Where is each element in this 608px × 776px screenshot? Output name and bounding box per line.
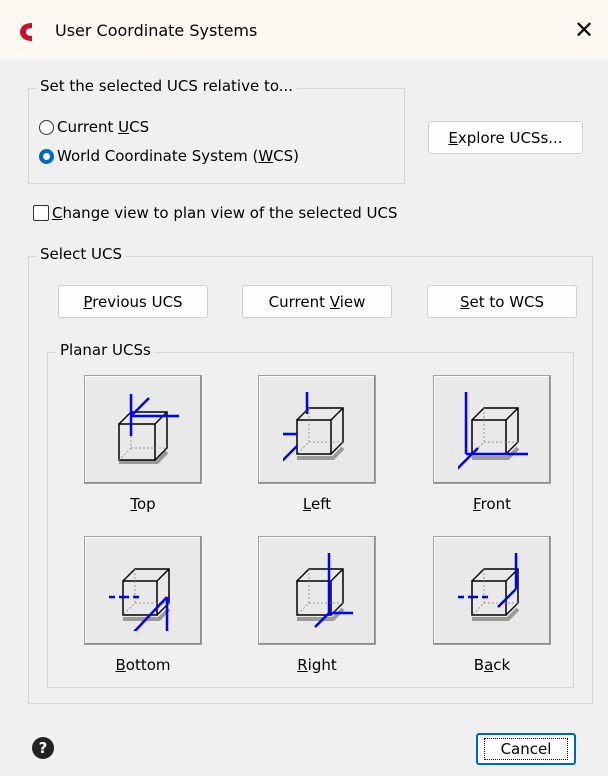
explore-ucss-button[interactable]: Explore UCSs...: [428, 121, 583, 154]
current-ucs-radio[interactable]: Current UCS: [39, 118, 149, 136]
ucs-left-button[interactable]: [258, 375, 376, 484]
ucs-back-button[interactable]: [433, 536, 551, 645]
radio-selected-icon[interactable]: [39, 148, 54, 164]
back-view-icon: [458, 553, 520, 621]
ucs-right-button[interactable]: [258, 536, 376, 645]
cancel-button[interactable]: Cancel: [476, 733, 576, 765]
relative-group: [28, 88, 405, 184]
ucs-bottom-label: Bottom: [115, 656, 171, 674]
ucs-right-label: Right: [297, 656, 337, 674]
title-bar: User Coordinate Systems ✕: [0, 0, 608, 60]
ucs-bottom-button[interactable]: [84, 536, 202, 645]
front-view-icon: [458, 392, 528, 470]
checkbox-icon[interactable]: [33, 205, 49, 221]
plan-view-checkbox[interactable]: Change view to plan view of the selected…: [33, 204, 397, 222]
current-view-button[interactable]: Current View: [242, 285, 392, 318]
radio-button-icon[interactable]: [39, 119, 54, 135]
ucs-left-label: Left: [302, 495, 332, 513]
planar-ucss-label: Planar UCSs: [56, 341, 155, 359]
ucs-front-label: Front: [473, 495, 511, 513]
set-to-wcs-button[interactable]: Set to WCS: [427, 285, 577, 318]
ucs-back-label: Back: [473, 656, 511, 674]
bottom-view-icon: [109, 568, 171, 631]
relative-group-label: Set the selected UCS relative to...: [36, 77, 298, 95]
previous-ucs-button[interactable]: Previous UCS: [58, 285, 208, 318]
select-ucs-label: Select UCS: [36, 245, 127, 263]
ucs-front-button[interactable]: [433, 375, 551, 484]
cancel-label: Cancel: [483, 738, 569, 760]
close-icon[interactable]: ✕: [574, 16, 594, 44]
help-icon[interactable]: ?: [32, 737, 54, 759]
right-view-icon: [296, 553, 353, 628]
ucs-top-label: Top: [130, 495, 156, 513]
app-logo-icon: [20, 23, 32, 41]
ucs-top-button[interactable]: [84, 375, 202, 484]
left-view-icon: [283, 392, 345, 462]
wcs-radio[interactable]: World Coordinate System (WCS): [39, 147, 299, 165]
window-title: User Coordinate Systems: [55, 21, 258, 40]
top-view-icon: [118, 394, 179, 464]
